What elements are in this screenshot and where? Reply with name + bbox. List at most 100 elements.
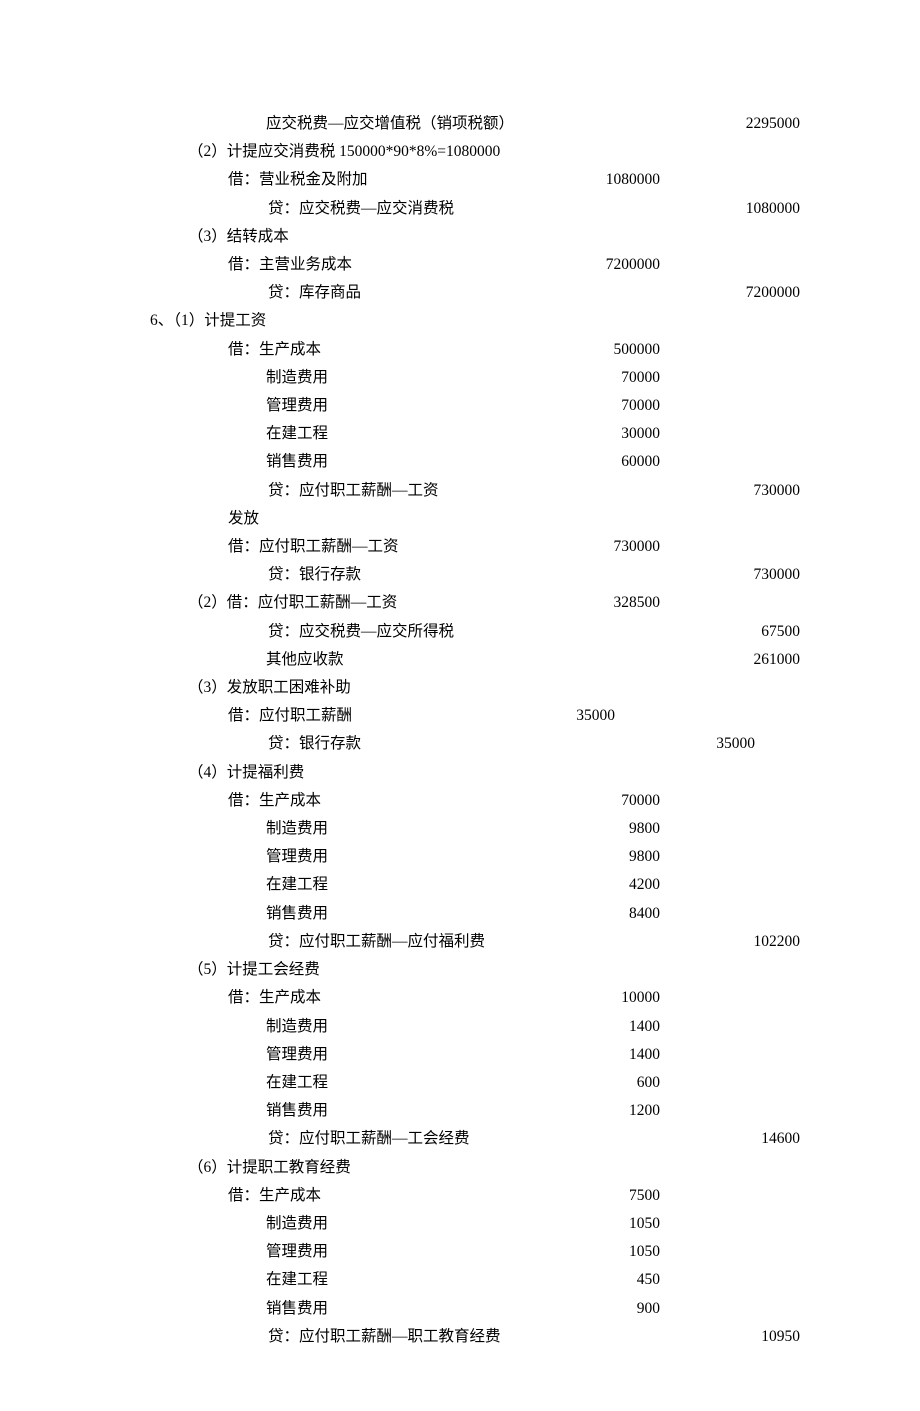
credit-amount [660, 166, 800, 194]
entry-description: （5）计提工会经费 [188, 956, 320, 984]
debit-amount: 10000 [560, 984, 660, 1012]
entry-description: 贷：应交税费—应交消费税 [268, 195, 454, 223]
entry-description: 借：营业税金及附加 [228, 166, 368, 194]
journal-entry-line: 制造费用1400 [130, 1013, 800, 1041]
journal-entry-line: 借：应付职工薪酬35000 [130, 702, 800, 730]
entry-description: 管理费用 [266, 843, 328, 871]
entry-description: 销售费用 [266, 1097, 328, 1125]
debit-amount [560, 759, 660, 787]
entry-description: （3）发放职工困难补助 [188, 674, 351, 702]
debit-amount: 1400 [560, 1041, 660, 1069]
journal-entry-line: （3）发放职工困难补助 [130, 674, 800, 702]
journal-entry-line: （6）计提职工教育经费 [130, 1154, 800, 1182]
debit-amount: 60000 [560, 448, 660, 476]
debit-amount [560, 646, 660, 674]
credit-amount [660, 1154, 800, 1182]
journal-entry-line: 其他应收款261000 [130, 646, 800, 674]
debit-amount: 900 [560, 1295, 660, 1323]
entry-description: 6、（1）计提工资 [150, 307, 266, 335]
credit-amount [660, 702, 800, 730]
entry-description: 贷：应付职工薪酬—职工教育经费 [268, 1323, 501, 1351]
credit-amount [660, 138, 800, 166]
debit-amount [560, 1323, 660, 1351]
credit-amount [660, 505, 800, 533]
journal-entry-line: 管理费用70000 [130, 392, 800, 420]
entry-description: 在建工程 [266, 1069, 328, 1097]
debit-amount [560, 279, 660, 307]
journal-entry-line: 贷：应付职工薪酬—职工教育经费 10950 [130, 1323, 800, 1351]
debit-amount [560, 956, 660, 984]
credit-amount: 10950 [660, 1323, 800, 1351]
credit-amount: 67500 [660, 618, 800, 646]
credit-amount [660, 1182, 800, 1210]
credit-amount [660, 1295, 800, 1323]
entry-description: 销售费用 [266, 448, 328, 476]
journal-entry-line: 借：生产成本 7500 [130, 1182, 800, 1210]
debit-amount [560, 674, 660, 702]
journal-entry-line: 借：生产成本70000 [130, 787, 800, 815]
entry-description: 借：生产成本 [228, 787, 321, 815]
credit-amount [660, 448, 800, 476]
entry-description: 借：生产成本 [228, 984, 321, 1012]
journal-entry-line: 销售费用 60000 [130, 448, 800, 476]
entry-description: 销售费用 [266, 1295, 328, 1323]
debit-amount [560, 223, 660, 251]
credit-amount [660, 1069, 800, 1097]
credit-amount [660, 336, 800, 364]
debit-amount: 7500 [560, 1182, 660, 1210]
debit-amount [560, 110, 660, 138]
entry-description: 制造费用 [266, 364, 328, 392]
document-body: 应交税费—应交增值税（销项税额）2295000（2）计提应交消费税 150000… [130, 110, 800, 1351]
journal-entry-line: 借：营业税金及附加1080000 [130, 166, 800, 194]
entry-description: （4）计提福利费 [188, 759, 304, 787]
entry-description: 管理费用 [266, 392, 328, 420]
credit-amount [660, 787, 800, 815]
journal-entry-line: （3）结转成本 [130, 223, 800, 251]
entry-description: 贷：应付职工薪酬—工资 [268, 477, 439, 505]
entry-description: 借：生产成本 [228, 1182, 321, 1210]
debit-amount: 600 [560, 1069, 660, 1097]
credit-amount [660, 900, 800, 928]
journal-entry-line: 贷：银行存款730000 [130, 561, 800, 589]
credit-amount: 1080000 [660, 195, 800, 223]
entry-description: 销售费用 [266, 900, 328, 928]
entry-description: 管理费用 [266, 1238, 328, 1266]
journal-entry-line: 在建工程 450 [130, 1266, 800, 1294]
credit-amount [660, 815, 800, 843]
debit-amount: 7200000 [560, 251, 660, 279]
entry-description: 贷：应付职工薪酬—工会经费 [268, 1125, 470, 1153]
entry-description: （2）借：应付职工薪酬—工资 [188, 589, 397, 617]
debit-amount [560, 1125, 660, 1153]
journal-entry-line: 应交税费—应交增值税（销项税额）2295000 [130, 110, 800, 138]
debit-amount: 450 [560, 1266, 660, 1294]
journal-entry-line: 贷：银行存款35000 [130, 730, 800, 758]
credit-amount [660, 251, 800, 279]
journal-entry-line: 在建工程4200 [130, 871, 800, 899]
debit-amount: 500000 [560, 336, 660, 364]
debit-amount: 9800 [560, 843, 660, 871]
credit-amount [660, 956, 800, 984]
journal-entry-line: 贷：应交税费—应交所得税67500 [130, 618, 800, 646]
debit-amount: 8400 [560, 900, 660, 928]
debit-amount: 35000 [515, 702, 615, 730]
journal-entry-line: （2）借：应付职工薪酬—工资328500 [130, 589, 800, 617]
debit-amount: 30000 [560, 420, 660, 448]
journal-entry-line: 贷：库存商品7200000 [130, 279, 800, 307]
debit-amount [560, 195, 660, 223]
credit-amount [660, 1266, 800, 1294]
journal-entry-line: 销售费用 900 [130, 1295, 800, 1323]
credit-amount: 7200000 [660, 279, 800, 307]
debit-amount [560, 928, 660, 956]
entry-description: 应交税费—应交增值税（销项税额） [266, 110, 514, 138]
entry-description: 其他应收款 [266, 646, 344, 674]
entry-description: 借：主营业务成本 [228, 251, 352, 279]
debit-amount [560, 561, 660, 589]
debit-amount [560, 307, 660, 335]
credit-amount: 14600 [660, 1125, 800, 1153]
journal-entry-line: 在建工程 600 [130, 1069, 800, 1097]
entry-description: 在建工程 [266, 1266, 328, 1294]
journal-entry-line: 管理费用1400 [130, 1041, 800, 1069]
credit-amount: 730000 [660, 477, 800, 505]
credit-amount [660, 1210, 800, 1238]
credit-amount [660, 1238, 800, 1266]
